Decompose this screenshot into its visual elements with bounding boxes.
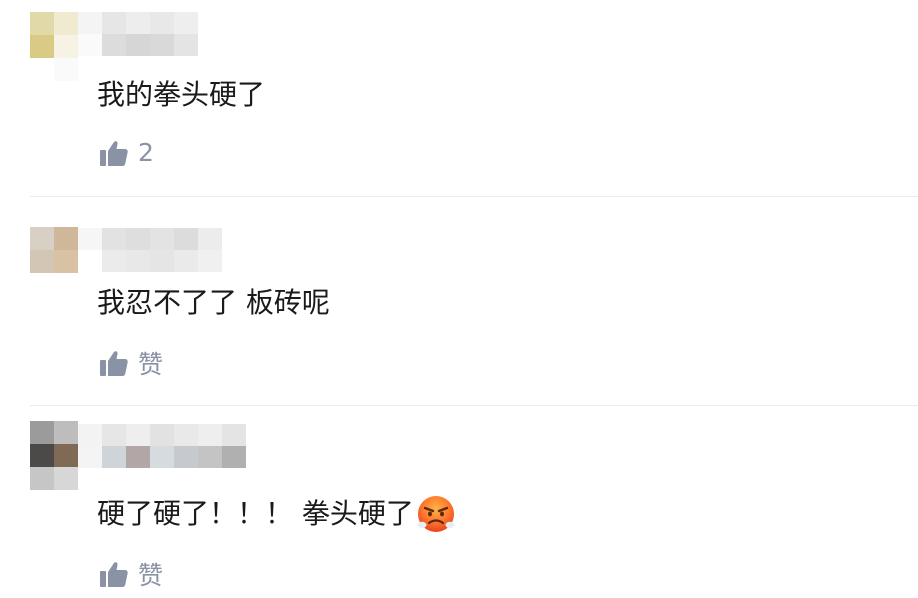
like-button[interactable]: 赞 <box>100 345 163 381</box>
comment-item: 硬了硬了！！！ 拳头硬了 赞 <box>0 406 918 598</box>
username-blurred[interactable] <box>78 228 222 272</box>
like-button[interactable]: 2 <box>100 138 154 167</box>
comment-item: 我的拳头硬了 2 <box>0 0 918 196</box>
comment-item: 我忍不了了 板砖呢 赞 <box>0 197 918 405</box>
angry-face-icon <box>417 496 455 532</box>
comment-text-content: 硬了硬了！！！ 拳头硬了 <box>97 497 414 530</box>
like-count: 2 <box>138 138 154 167</box>
comment-text: 我的拳头硬了 <box>97 78 266 111</box>
comment-text: 硬了硬了！！！ 拳头硬了 <box>97 494 456 534</box>
avatar[interactable] <box>30 421 78 490</box>
like-label: 赞 <box>138 561 164 590</box>
like-button[interactable]: 赞 <box>100 556 163 592</box>
thumbs-up-icon <box>100 351 128 376</box>
comment-text: 我忍不了了 板砖呢 <box>97 286 330 319</box>
like-label: 赞 <box>138 350 164 379</box>
avatar[interactable] <box>30 12 78 81</box>
username-blurred[interactable] <box>78 12 198 56</box>
username-blurred[interactable] <box>78 424 246 468</box>
thumbs-up-icon <box>100 140 128 166</box>
avatar[interactable] <box>30 227 78 296</box>
thumbs-up-icon <box>100 562 128 587</box>
